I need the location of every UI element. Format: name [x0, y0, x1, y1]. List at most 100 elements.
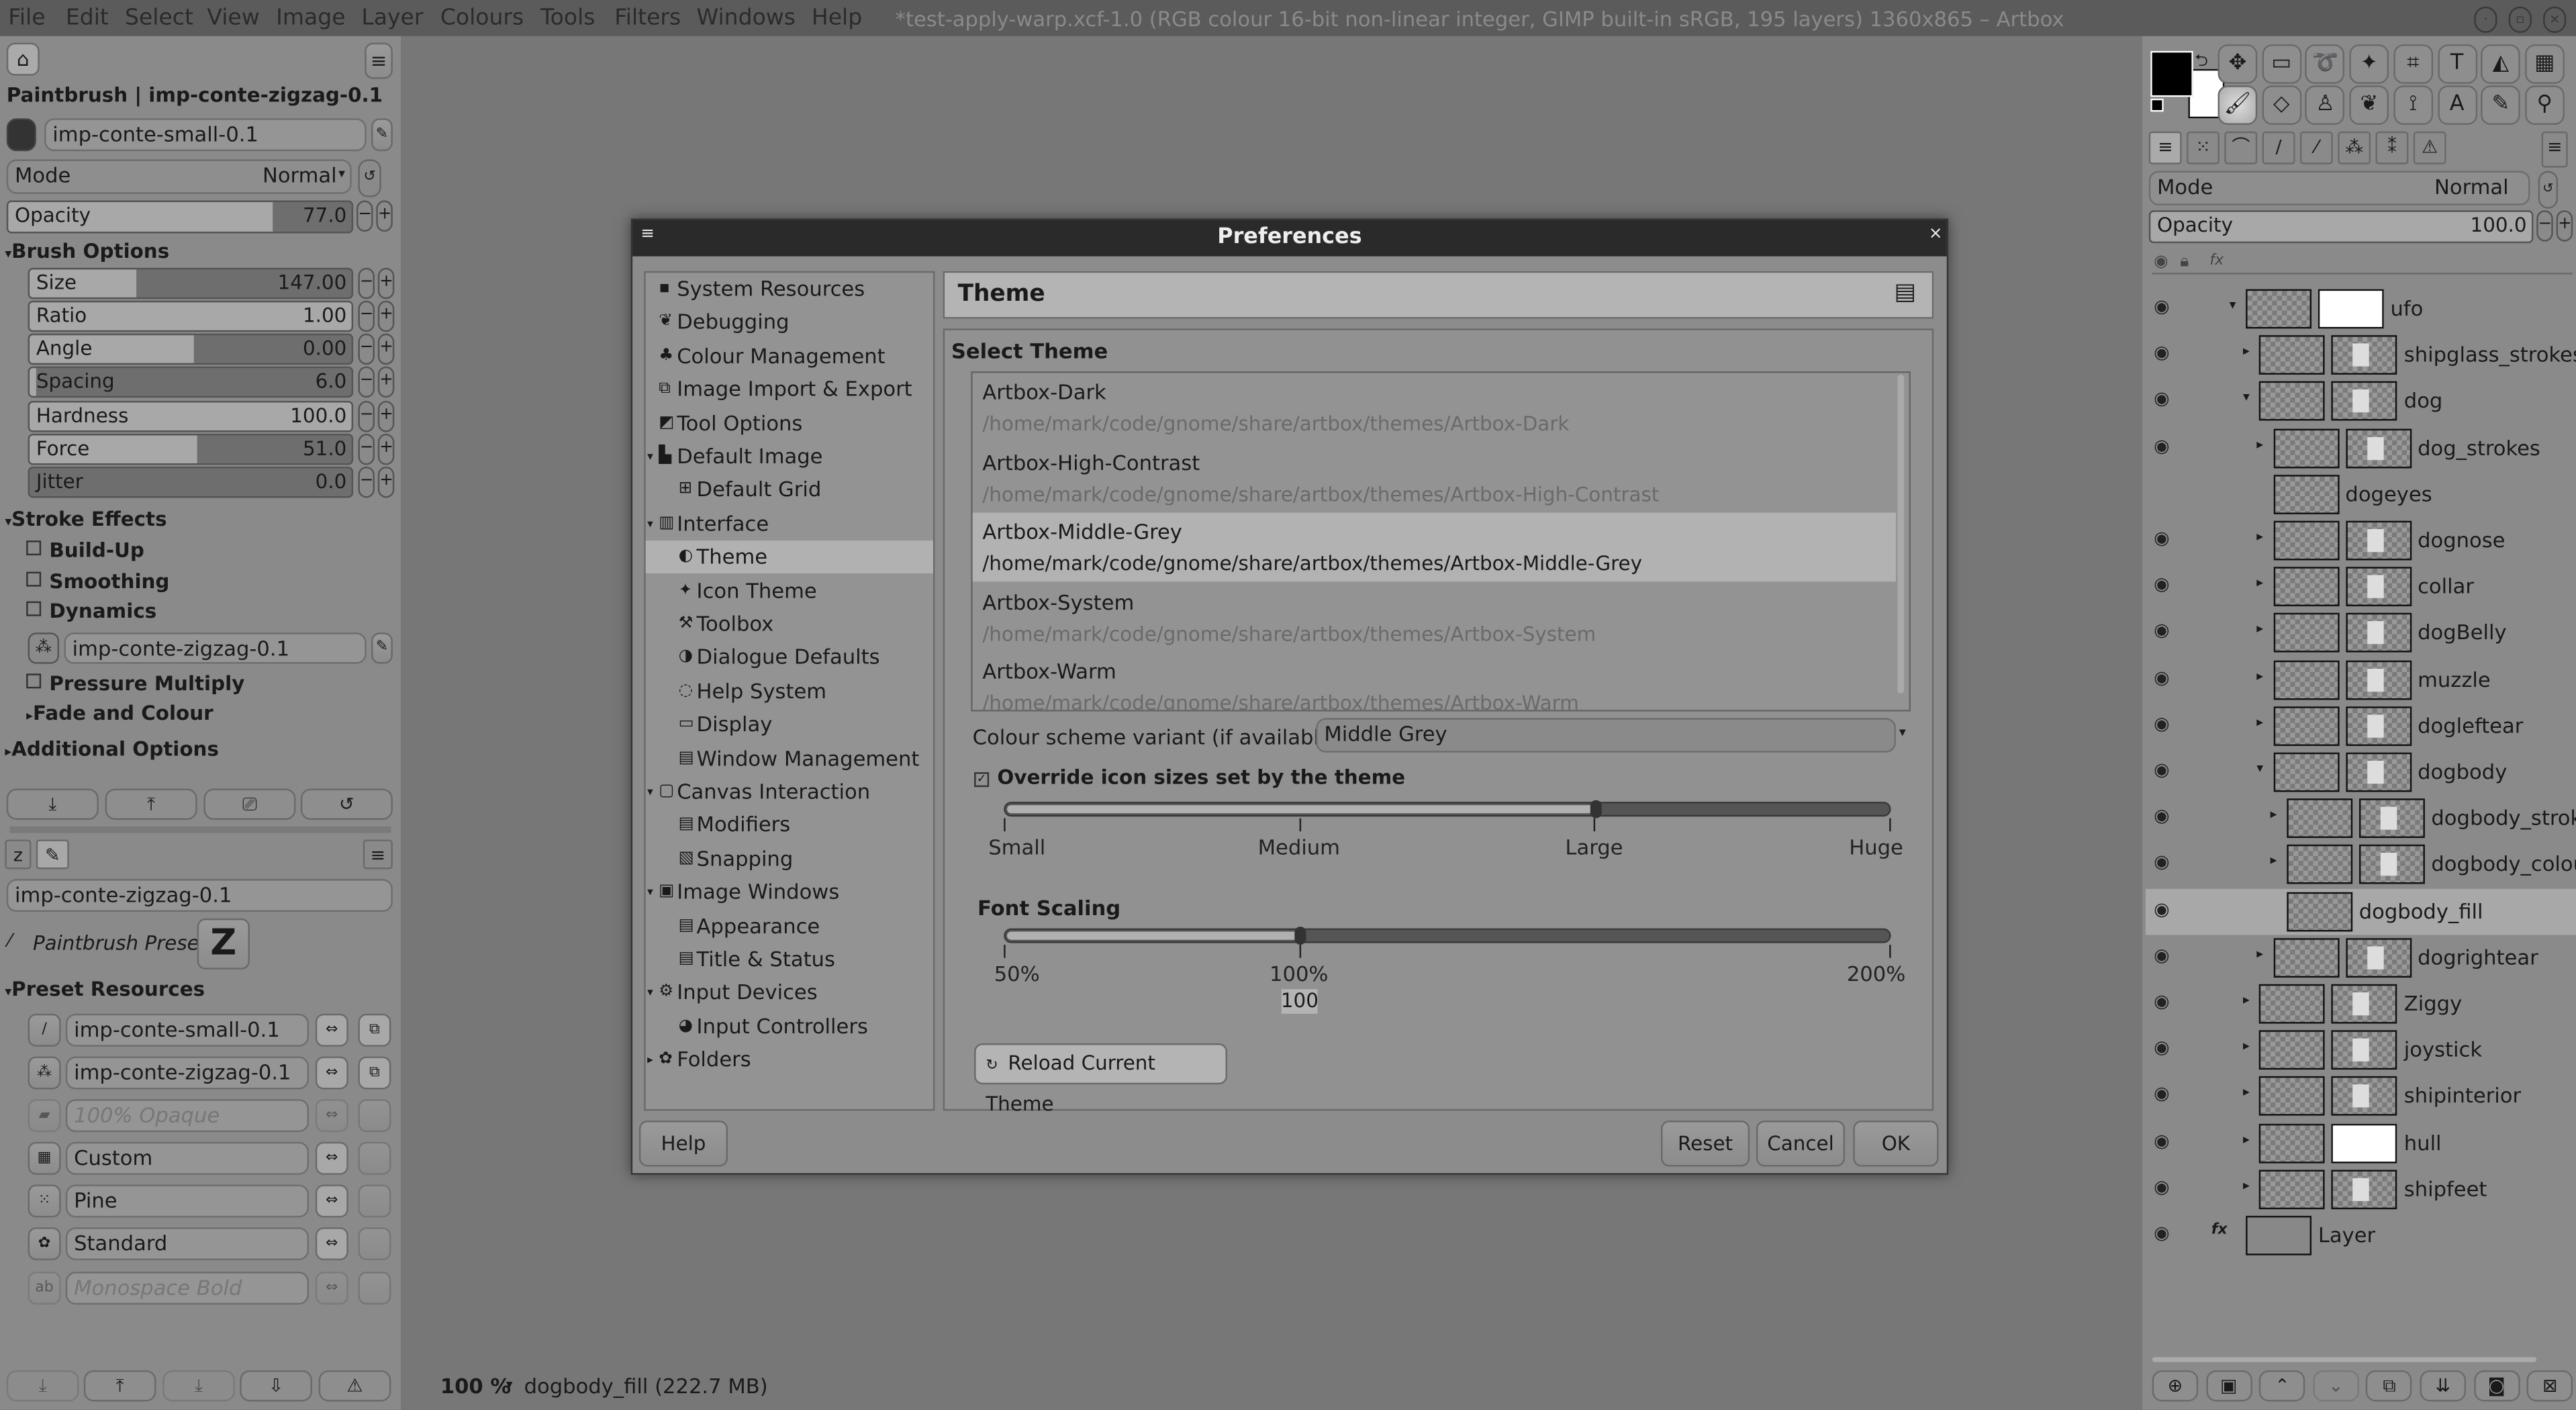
delete-options-button[interactable]: ⎚: [203, 788, 296, 820]
preset-panel-menu[interactable]: ≡: [363, 839, 393, 869]
duplicate-layer-button[interactable]: ⧉: [2366, 1370, 2413, 1402]
layer-opacity-increase[interactable]: +: [2556, 210, 2573, 242]
icon-size-slider[interactable]: [1004, 800, 1891, 818]
eye-icon[interactable]: ◉: [2154, 713, 2170, 735]
slider-ratio[interactable]: Ratio 1.00: [28, 300, 354, 332]
nav-item-help-system[interactable]: ◌ Help System: [646, 675, 933, 708]
layers-icon[interactable]: ≡: [2148, 131, 2182, 164]
eye-icon[interactable]: ◉: [2154, 1130, 2170, 1152]
increase-button[interactable]: +: [377, 267, 395, 299]
transform-icon[interactable]: T: [2437, 44, 2477, 84]
duplicate-resource-button[interactable]: [358, 1141, 391, 1175]
nav-item-window-management[interactable]: ▤ Window Management: [646, 742, 933, 775]
dialog-close-button[interactable]: ×: [1929, 225, 1943, 243]
tool-options-tab[interactable]: ⌂: [6, 42, 40, 76]
expander-closed-icon[interactable]: ▸: [2271, 853, 2277, 868]
brush-options-section[interactable]: ▾Brush Options: [5, 240, 169, 263]
restore-options-button[interactable]: ⤒: [105, 788, 197, 820]
apply-preset-button[interactable]: ⇩: [240, 1370, 312, 1402]
increase-button[interactable]: +: [377, 434, 395, 465]
edit-brush-button[interactable]: ✎: [371, 118, 393, 152]
ok-button[interactable]: OK: [1853, 1120, 1939, 1167]
layer-row[interactable]: ◉ ▸ hull: [2146, 1120, 2576, 1166]
layer-row[interactable]: ◉ ▸ shipglass_strokes: [2146, 332, 2576, 379]
nav-item-canvas-interaction[interactable]: ▾ ▢ Canvas Interaction: [646, 775, 933, 808]
slider-jitter[interactable]: Jitter 0.0: [28, 466, 354, 498]
resource-icon-button[interactable]: ▦: [28, 1141, 61, 1175]
reset-options-button[interactable]: ↺: [300, 788, 393, 820]
expander-closed-icon[interactable]: ▸: [2271, 807, 2277, 822]
theme-item[interactable]: Artbox-High-Contrast/home/mark/code/gnom…: [973, 442, 1896, 512]
link-resource-button[interactable]: ⇔: [315, 1184, 348, 1218]
dynamics-icon[interactable]: ⁄: [2299, 131, 2333, 164]
nav-item-appearance[interactable]: ▤ Appearance: [646, 910, 933, 943]
zoom-icon[interactable]: ⚲: [2524, 85, 2565, 125]
new-layer-button[interactable]: ⊕: [2152, 1370, 2199, 1402]
panel-menu-icon[interactable]: ≡: [2541, 131, 2568, 168]
channels-icon[interactable]: ⁙: [2187, 131, 2220, 164]
preset-name-field[interactable]: imp-conte-zigzag-0.1: [6, 879, 393, 912]
resource-field[interactable]: Custom: [65, 1141, 309, 1175]
slider-knob[interactable]: [1589, 800, 1602, 818]
nav-item-input-controllers[interactable]: ◕ Input Controllers: [646, 1010, 933, 1043]
slider-hardness[interactable]: Hardness 100.0: [28, 401, 354, 432]
dynamics-checkbox[interactable]: Dynamics: [26, 600, 156, 622]
eye-icon[interactable]: ◉: [2154, 898, 2170, 920]
duplicate-resource-button[interactable]: [358, 1227, 391, 1260]
layer-row[interactable]: ◉ ▸ Ziggy: [2146, 981, 2576, 1027]
paths-tab-icon[interactable]: ⌒: [2224, 131, 2258, 164]
decrease-button[interactable]: −: [358, 267, 375, 299]
resource-icon-button[interactable]: /: [28, 1013, 61, 1047]
link-resource-button[interactable]: ⇔: [315, 1272, 348, 1305]
zoom-dropdown-icon[interactable]: ▾: [506, 1377, 513, 1392]
resource-icon-button[interactable]: ▰: [28, 1099, 61, 1133]
layer-row[interactable]: ◉ ▸ shipfeet: [2146, 1166, 2576, 1213]
layer-row[interactable]: ◉ ▾ ufo: [2146, 286, 2576, 332]
eye-icon[interactable]: ◉: [2154, 342, 2170, 363]
resource-icon-button[interactable]: ⁙: [28, 1184, 61, 1218]
decrease-button[interactable]: −: [358, 434, 375, 465]
nav-item-colour-management[interactable]: ♣ Colour Management: [646, 340, 933, 373]
expander-closed-icon[interactable]: ▸: [2256, 436, 2263, 451]
opacity-slider[interactable]: Opacity 77.0: [6, 200, 354, 234]
move-icon[interactable]: ✥: [2217, 44, 2258, 84]
default-colors-icon[interactable]: [2150, 98, 2164, 112]
nav-item-default-image[interactable]: ▾ ▙ Default Image: [646, 440, 933, 473]
font-scaling-slider[interactable]: [1004, 927, 1891, 945]
resource-icon-button[interactable]: ⁂: [28, 1056, 61, 1090]
layer-opacity-slider[interactable]: Opacity 100.0: [2148, 210, 2534, 244]
expander-open-icon[interactable]: ▾: [2243, 390, 2250, 405]
nav-item-snapping[interactable]: ▧ Snapping: [646, 843, 933, 876]
warning-icon[interactable]: ⚠: [2413, 131, 2446, 164]
smudge-icon[interactable]: ❦: [2349, 85, 2389, 125]
increase-button[interactable]: +: [377, 300, 395, 332]
layer-row[interactable]: ◉ ▸ dogrightear: [2146, 935, 2576, 981]
nav-item-image-windows[interactable]: ▾ ▣ Image Windows: [646, 876, 933, 909]
panel-separator[interactable]: [9, 826, 391, 833]
decrease-button[interactable]: −: [358, 466, 375, 498]
gradients-icon[interactable]: ⁑: [2375, 131, 2409, 164]
nav-item-default-grid[interactable]: ⊞ Default Grid: [646, 474, 933, 507]
expander-closed-icon[interactable]: ▸: [647, 1043, 653, 1076]
eye-icon[interactable]: ◉: [2154, 388, 2170, 410]
resource-icon-button[interactable]: ab: [28, 1272, 61, 1305]
slider-spacing[interactable]: Spacing 6.0: [28, 366, 354, 398]
close-window-button[interactable]: ×: [2543, 6, 2567, 33]
delete-preset-button[interactable]: ⤓: [162, 1370, 235, 1402]
brush-preview[interactable]: [6, 118, 36, 152]
theme-item[interactable]: Artbox-Middle-Grey/home/mark/code/gnome/…: [972, 512, 1896, 582]
cancel-button[interactable]: Cancel: [1756, 1120, 1846, 1167]
opacity-decrease[interactable]: −: [356, 200, 373, 232]
nav-item-theme[interactable]: ◐ Theme: [645, 540, 933, 574]
eye-icon[interactable]: ◉: [2154, 1084, 2170, 1105]
eye-icon[interactable]: ◉: [2154, 806, 2170, 827]
decrease-button[interactable]: −: [358, 366, 375, 398]
preset-resources-section[interactable]: ▾Preset Resources: [5, 978, 205, 1000]
expander-open-icon[interactable]: ▾: [647, 508, 653, 540]
increase-button[interactable]: +: [377, 333, 395, 365]
expander-closed-icon[interactable]: ▸: [2243, 1039, 2250, 1053]
clone-icon[interactable]: ♙: [2305, 85, 2345, 125]
eye-icon[interactable]: ◉: [2154, 1223, 2170, 1244]
nav-item-debugging[interactable]: ❦ Debugging: [646, 306, 933, 339]
expander-closed-icon[interactable]: ▸: [2243, 344, 2250, 359]
